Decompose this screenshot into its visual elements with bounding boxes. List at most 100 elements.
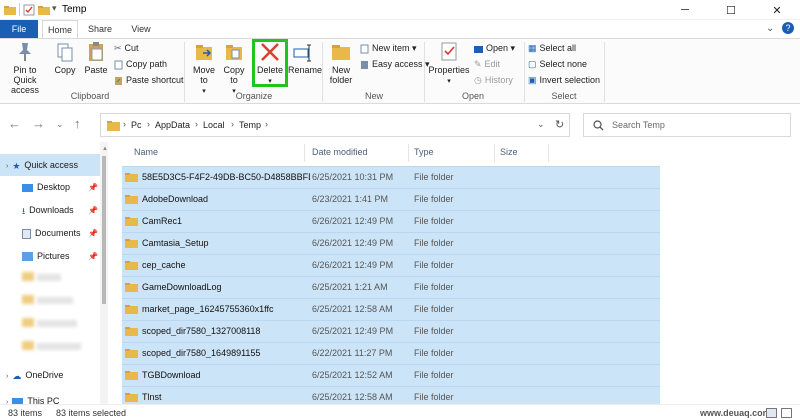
- move-to-label: Move to: [192, 65, 215, 85]
- nav-item-quick-access[interactable]: › ★ Quick access: [6, 154, 78, 176]
- move-to-button[interactable]: Move to ▾: [190, 41, 218, 97]
- table-row[interactable]: Camtasia_Setup 6/26/2021 12:49 PM File fol…: [122, 232, 660, 254]
- column-header-date[interactable]: Date modified: [312, 147, 368, 157]
- paste-button[interactable]: Paste: [82, 41, 110, 75]
- new-folder-button[interactable]: New folder: [326, 41, 356, 85]
- select-group-label: Select: [551, 91, 577, 101]
- up-arrow-icon[interactable]: ↑: [74, 116, 81, 131]
- copy-path-label: Copy path: [126, 59, 168, 69]
- history-label: History: [484, 75, 513, 85]
- copy-to-icon: [226, 45, 242, 60]
- new-item-button[interactable]: New item ▾: [360, 42, 417, 55]
- column-header-name[interactable]: Name: [134, 147, 158, 157]
- breadcrumb-pc[interactable]: Pc: [131, 120, 142, 130]
- breadcrumb-temp[interactable]: Temp: [239, 120, 261, 130]
- breadcrumb-appdata[interactable]: AppData: [155, 120, 190, 130]
- paste-icon: [89, 42, 103, 61]
- large-icons-view-icon[interactable]: [781, 408, 792, 418]
- back-arrow-icon[interactable]: ←: [8, 116, 21, 131]
- file-name: cep_cache: [142, 260, 186, 270]
- forward-arrow-icon[interactable]: →: [32, 116, 45, 131]
- table-row[interactable]: scoped_dir7580_1649891155 6/22/2021 11:27…: [122, 342, 660, 364]
- nav-item-this-pc[interactable]: › This PC: [6, 390, 59, 404]
- copy-to-button[interactable]: Copy to ▾: [220, 41, 248, 97]
- details-view-icon[interactable]: [766, 408, 777, 418]
- column-header-size[interactable]: Size: [500, 147, 518, 157]
- copy-path-button[interactable]: Copy path: [114, 58, 167, 71]
- invert-selection-button[interactable]: ▣ Invert selection: [528, 74, 600, 87]
- address-dropdown-icon[interactable]: ⌄: [537, 119, 545, 130]
- rename-button[interactable]: Rename: [288, 41, 322, 75]
- nav-item-desktop[interactable]: Desktop: [22, 176, 70, 198]
- column-divider[interactable]: [304, 144, 305, 162]
- nav-item-label: Documents: [35, 228, 81, 238]
- nav-item-downloads[interactable]: ⭳ Downloads: [22, 199, 74, 221]
- table-row[interactable]: GameDownloadLog 6/25/2021 1:21 AM File fol…: [122, 276, 660, 298]
- table-row[interactable]: market_page_16245755360x1ffc 6/25/2021 12…: [122, 298, 660, 320]
- folder-icon: [125, 393, 138, 402]
- tab-share[interactable]: Share: [82, 20, 118, 38]
- file-name: 58E5D3C5-F4F2-49DB-BC50-D4858BBFDF...: [142, 172, 310, 182]
- properties-button[interactable]: Properties ▾: [428, 41, 470, 87]
- table-row[interactable]: CamRec1 6/26/2021 12:49 PM File folder: [122, 210, 660, 232]
- file-type: File folder: [414, 392, 454, 402]
- nav-scrollbar[interactable]: ▲: [100, 142, 108, 404]
- cut-button[interactable]: ✂ Cut: [114, 42, 139, 55]
- nav-item-documents[interactable]: Documents: [22, 222, 81, 244]
- ribbon-tabs: File Home Share View ⌄ ?: [0, 20, 800, 38]
- select-all-button[interactable]: ▦ Select all: [528, 42, 576, 55]
- file-type: File folder: [414, 172, 454, 182]
- open-button[interactable]: Open ▾: [474, 42, 515, 55]
- select-none-button[interactable]: ▢ Select none: [528, 58, 587, 71]
- file-date: 6/22/2021 11:27 PM: [312, 348, 393, 358]
- file-name: market_page_16245755360x1ffc: [142, 304, 274, 314]
- table-row[interactable]: Tlnst 6/25/2021 12:58 AM File folder: [122, 386, 660, 404]
- ribbon: Pin to Quick access Copy Paste ✂ Cut Copy…: [0, 38, 800, 104]
- easy-access-button[interactable]: Easy access ▾: [360, 58, 430, 71]
- edit-button[interactable]: ✎ Edit: [474, 58, 500, 71]
- properties-quick-icon[interactable]: [23, 4, 35, 16]
- table-row[interactable]: scoped_dir7580_1327008118 6/25/2021 12:49…: [122, 320, 660, 342]
- close-button[interactable]: ✕: [754, 0, 800, 20]
- column-header-type[interactable]: Type: [414, 147, 434, 157]
- pin-icon: 📌: [88, 229, 98, 238]
- scissors-icon: ✂: [114, 43, 122, 54]
- address-bar[interactable]: › Pc › AppData › Local › Temp › ⌄ ↻: [100, 113, 570, 137]
- item-count: 83 items: [8, 408, 43, 418]
- recent-locations-icon[interactable]: ⌄: [56, 119, 64, 130]
- search-icon: [593, 120, 604, 131]
- history-button[interactable]: ◷ History: [474, 74, 513, 87]
- nav-item-onedrive[interactable]: › ☁ OneDrive: [6, 364, 63, 386]
- status-bar: 83 items 83 items selected www.deuaq.com: [0, 404, 800, 420]
- tab-view[interactable]: View: [124, 20, 158, 38]
- tab-home[interactable]: Home: [42, 20, 78, 38]
- nav-item-pictures[interactable]: Pictures: [22, 245, 70, 267]
- breadcrumb-separator: ›: [195, 119, 198, 129]
- table-row[interactable]: AdobeDownload 6/23/2021 1:41 PM File folde…: [122, 188, 660, 210]
- table-row[interactable]: 58E5D3C5-F4F2-49DB-BC50-D4858BBFDF... 6/2…: [122, 166, 660, 188]
- folder-icon: [125, 195, 138, 204]
- table-row[interactable]: TGBDownload 6/25/2021 12:52 AM File folder: [122, 364, 660, 386]
- column-divider[interactable]: [494, 144, 495, 162]
- refresh-icon[interactable]: ↻: [555, 118, 564, 131]
- copy-button[interactable]: Copy: [52, 41, 78, 75]
- help-icon[interactable]: ?: [782, 22, 794, 34]
- tab-file[interactable]: File: [0, 20, 38, 38]
- blurred-folder: [22, 295, 73, 306]
- pin-quick-access-button[interactable]: Pin to Quick access: [2, 41, 48, 95]
- paste-shortcut-button[interactable]: Paste shortcut: [114, 74, 184, 87]
- new-folder-quick-icon[interactable]: [38, 4, 50, 16]
- search-box[interactable]: Search Temp: [583, 113, 791, 137]
- properties-icon: [441, 42, 457, 61]
- minimize-button[interactable]: ─: [662, 0, 708, 20]
- file-date: 6/25/2021 12:58 AM: [312, 392, 393, 402]
- column-divider[interactable]: [548, 144, 549, 162]
- customize-toolbar-icon[interactable]: ▾: [52, 3, 57, 14]
- column-divider[interactable]: [408, 144, 409, 162]
- folder-icon: [125, 349, 138, 358]
- expand-ribbon-icon[interactable]: ⌄: [766, 23, 774, 34]
- breadcrumb-local[interactable]: Local: [203, 120, 225, 130]
- file-name: GameDownloadLog: [142, 282, 222, 292]
- maximize-button[interactable]: ☐: [708, 0, 754, 20]
- table-row[interactable]: cep_cache 6/26/2021 12:49 PM File folder: [122, 254, 660, 276]
